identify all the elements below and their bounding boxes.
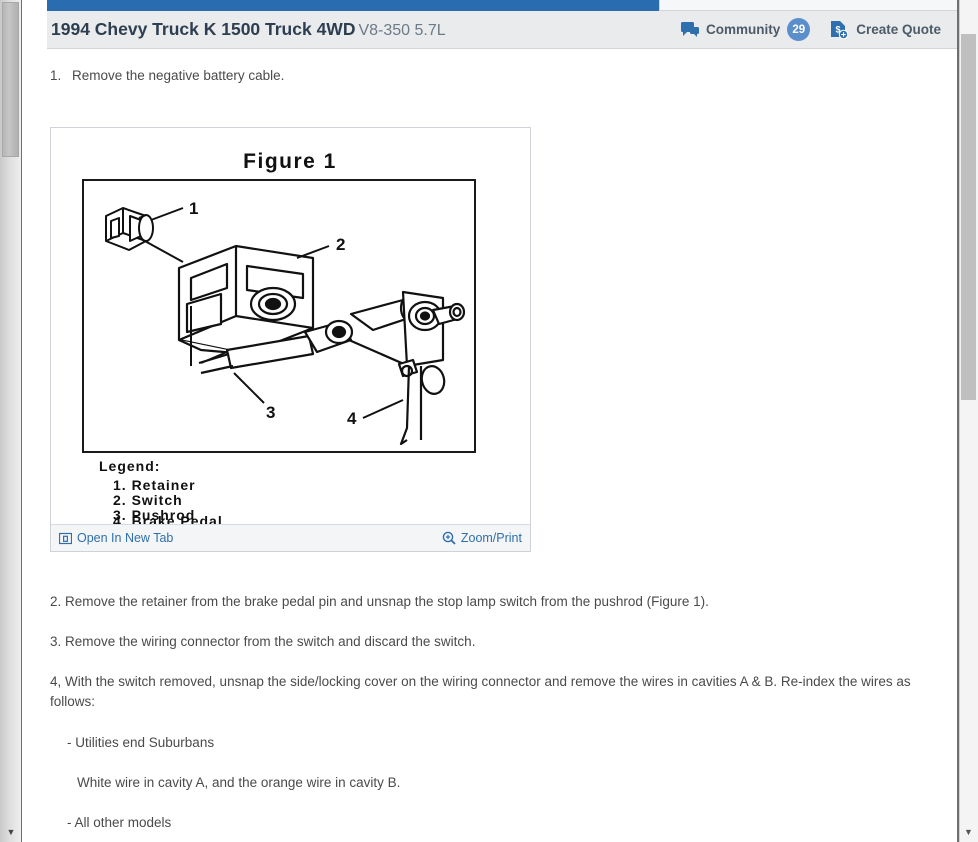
create-quote-button[interactable]: $ Create Quote xyxy=(830,20,941,40)
content-scrollbar-thumb[interactable] xyxy=(961,34,976,400)
svg-text:1. Retainer: 1. Retainer xyxy=(113,477,196,493)
figure-footer: Open In New Tab Zoom/Print xyxy=(51,524,530,551)
external-link-icon xyxy=(59,532,72,545)
bullet-utilities-detail: White wire in cavity A, and the orange w… xyxy=(77,775,401,790)
community-button[interactable]: Community 29 xyxy=(680,18,811,41)
figure-image[interactable]: Figure 1 1 2 3 4 Legend: 1. Retainer 2. … xyxy=(51,128,530,524)
app-root: ▼ 1994 Chevy Truck K 1500 Truck 4WD V8-35… xyxy=(0,0,978,842)
step-3: 3. Remove the wiring connector from the … xyxy=(50,634,476,649)
page-header: 1994 Chevy Truck K 1500 Truck 4WD V8-350 … xyxy=(47,11,959,49)
step-2: 2. Remove the retainer from the brake pe… xyxy=(50,594,709,609)
vehicle-engine-label: V8-350 5.7L xyxy=(358,22,446,39)
svg-text:1: 1 xyxy=(189,199,198,218)
svg-text:4: 4 xyxy=(347,409,357,428)
outer-scrollbar-thumb[interactable] xyxy=(2,2,19,157)
svg-text:3: 3 xyxy=(266,403,275,422)
page-progress-bar xyxy=(47,0,659,11)
top-strip-remainder xyxy=(659,0,959,11)
page-title: 1994 Chevy Truck K 1500 Truck 4WD V8-350 … xyxy=(51,19,446,40)
svg-text:Figure 1: Figure 1 xyxy=(243,150,337,173)
open-in-new-tab-label: Open In New Tab xyxy=(77,531,174,545)
zoom-print-link[interactable]: Zoom/Print xyxy=(442,531,522,545)
outer-vertical-scrollbar[interactable]: ▼ xyxy=(0,0,22,842)
bullet-all-other-models: - All other models xyxy=(67,815,172,830)
header-actions: Community 29 $ Create Quote xyxy=(680,18,945,41)
step-1: 1. Remove the negative battery cable. xyxy=(50,66,284,86)
community-count-badge: 29 xyxy=(787,18,811,41)
brake-switch-diagram: Figure 1 1 2 3 4 Legend: 1. Retainer 2. … xyxy=(51,128,530,524)
svg-text:2: 2 xyxy=(336,235,345,254)
create-quote-label: Create Quote xyxy=(856,22,941,37)
magnifier-plus-icon xyxy=(442,531,456,545)
scroll-down-arrow-icon[interactable]: ▼ xyxy=(4,826,18,838)
step-1-number: 1. xyxy=(50,68,62,83)
legend-item-4: 4. Brake Pedal xyxy=(113,513,223,524)
content-scroll-down-arrow-icon[interactable]: ▼ xyxy=(962,826,975,838)
open-in-new-tab-link[interactable]: Open In New Tab xyxy=(59,531,173,545)
bullet-utilities-end-suburbans: - Utilities end Suburbans xyxy=(67,735,215,750)
document-dollar-plus-icon: $ xyxy=(830,20,849,40)
procedure-content: 1. Remove the negative battery cable. Fig… xyxy=(47,49,959,842)
figure-card: Figure 1 1 2 3 4 Legend: 1. Retainer 2. … xyxy=(50,127,531,552)
content-vertical-scrollbar[interactable]: ▼ xyxy=(959,0,978,842)
step-4: 4, With the switch removed, unsnap the s… xyxy=(50,674,911,710)
vehicle-model-label: 1994 Chevy Truck K 1500 Truck 4WD xyxy=(51,19,356,39)
chat-bubble-icon xyxy=(680,21,699,38)
svg-text:Legend:: Legend: xyxy=(99,458,160,474)
frame-left-margin xyxy=(23,0,47,842)
step-1-text: Remove the negative battery cable. xyxy=(72,68,285,83)
zoom-print-label: Zoom/Print xyxy=(460,531,522,545)
svg-text:2. Switch: 2. Switch xyxy=(113,492,183,508)
community-label: Community xyxy=(705,22,781,37)
